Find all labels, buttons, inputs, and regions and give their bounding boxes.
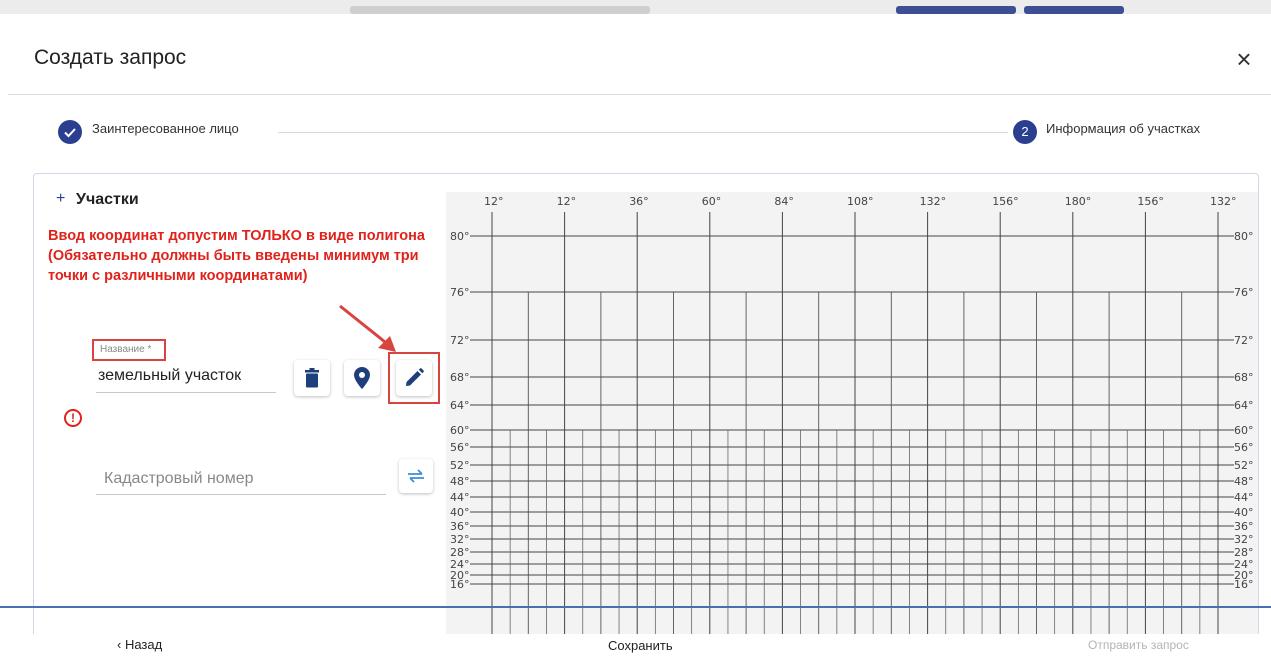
chevron-left-icon: ‹ (117, 637, 125, 652)
expand-plus-icon[interactable]: + (56, 190, 65, 208)
map-top-label: 84° (774, 195, 794, 208)
polygon-warning: Ввод координат допустим ТОЛЬКО в виде по… (48, 228, 425, 284)
map-left-label: 36° (450, 520, 470, 533)
step-2-number: 2 (1013, 120, 1037, 144)
back-button-label: Назад (124, 637, 163, 652)
map-right-label: 44° (1234, 491, 1254, 504)
pencil-icon (406, 368, 424, 386)
name-field-underline (96, 392, 276, 393)
map-right-label: 60° (1234, 424, 1254, 437)
map-grid[interactable]: 12° 12° 36° 60° 84° 108° 132° 156° 180° 156° 132° 8… (446, 192, 1258, 634)
map-left-label: 52° (450, 459, 470, 472)
map-left-label: 72° (450, 334, 470, 347)
cadastral-input[interactable]: Кадастровый номер (104, 470, 254, 488)
map-left-label: 40° (450, 506, 470, 519)
map-left-label: 56° (450, 441, 470, 454)
background-text-blur (350, 6, 650, 14)
map-top-label: 132° (1210, 195, 1237, 208)
background-button-blur (1024, 6, 1124, 14)
background-window-strip (0, 0, 1271, 14)
back-button[interactable]: ‹ Назад (117, 637, 162, 652)
name-label-highlight: Название * (92, 339, 166, 361)
step-done-check-icon (58, 120, 82, 144)
map-left-label: 64° (450, 399, 470, 412)
step-1-label[interactable]: Заинтересованное лицо (92, 121, 239, 136)
map-top-label: 156° (1137, 195, 1164, 208)
map-left-label: 48° (450, 475, 470, 488)
send-request-button: Отправить запрос (1088, 638, 1189, 652)
map-left-label: 32° (450, 533, 470, 546)
map-right-label: 56° (1234, 441, 1254, 454)
map-top-label: 108° (847, 195, 874, 208)
map-right-label: 48° (1234, 475, 1254, 488)
step-connector (278, 132, 1008, 133)
close-button[interactable]: × (1229, 45, 1259, 75)
save-button[interactable]: Сохранить (608, 638, 673, 653)
map-left-label: 60° (450, 424, 470, 437)
map-top-label: 36° (629, 195, 649, 208)
map-right-label: 36° (1234, 520, 1254, 533)
name-field-label: Название * (100, 344, 152, 355)
dialog-title: Создать запрос (34, 46, 187, 69)
map-right-label: 32° (1234, 533, 1254, 546)
step-2-label[interactable]: Информация об участках (1046, 121, 1200, 136)
cadastral-underline (96, 494, 386, 495)
map-right-label: 52° (1234, 459, 1254, 472)
map-left-label: 68° (450, 371, 470, 384)
trash-icon (305, 368, 319, 388)
map-left-label: 44° (450, 491, 470, 504)
map-left-label: 80° (450, 230, 470, 243)
stepper: Заинтересованное лицо 2 Информация об уч… (8, 116, 1271, 152)
map-left-label: 16° (450, 578, 470, 591)
map-top-label: 156° (992, 195, 1019, 208)
name-field-value[interactable]: земельный участок (98, 367, 241, 385)
header-divider (8, 94, 1271, 95)
map-top-label: 180° (1065, 195, 1092, 208)
check-icon (64, 128, 76, 138)
map-top-label: 12° (484, 195, 504, 208)
map-right-label: 80° (1234, 230, 1254, 243)
location-button[interactable] (344, 360, 380, 396)
delete-button[interactable] (294, 360, 330, 396)
background-button-blur (896, 6, 1016, 14)
map-left-label: 76° (450, 286, 470, 299)
edit-polygon-button[interactable] (396, 360, 432, 396)
map-top-label: 132° (920, 195, 947, 208)
map-right-label: 64° (1234, 399, 1254, 412)
footer-divider (0, 606, 1271, 608)
map-top-label: 12° (557, 195, 577, 208)
create-request-dialog: Создать запрос × Заинтересованное лицо 2… (0, 16, 1271, 670)
plots-panel: + Участки Ввод координат допустим ТОЛЬКО… (33, 173, 1259, 634)
map-right-label: 16° (1234, 578, 1254, 591)
swap-arrows-icon (408, 469, 424, 483)
map-pin-icon (354, 367, 370, 389)
alert-icon: ! (64, 409, 82, 427)
section-title: Участки (76, 191, 139, 208)
map-grid-svg: 12° 12° 36° 60° 84° 108° 132° 156° 180° 156° 132° 8… (450, 195, 1254, 634)
map-right-label: 40° (1234, 506, 1254, 519)
swap-button[interactable] (399, 459, 433, 493)
map-right-label: 72° (1234, 334, 1254, 347)
map-top-label: 60° (702, 195, 722, 208)
map-right-label: 68° (1234, 371, 1254, 384)
map-right-label: 76° (1234, 286, 1254, 299)
